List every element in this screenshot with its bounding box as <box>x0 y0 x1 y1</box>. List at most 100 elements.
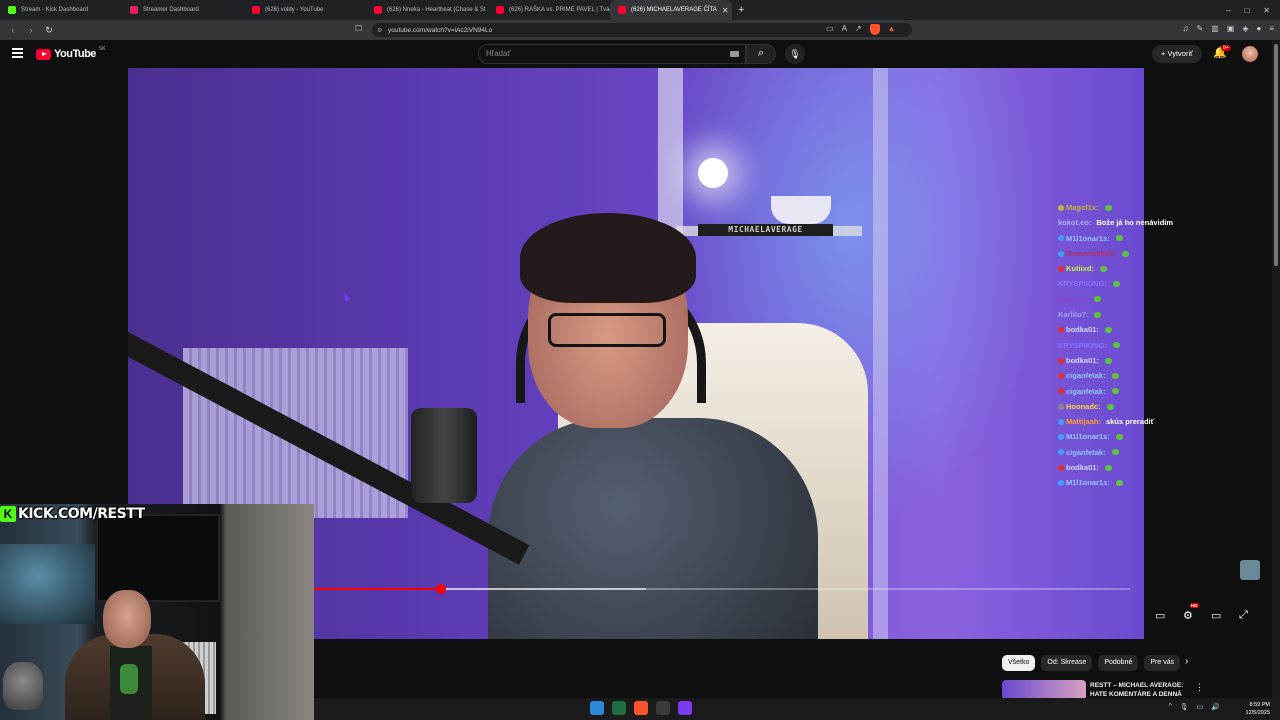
menu-icon[interactable]: ≡ <box>1269 24 1274 33</box>
filter-chip[interactable]: Pre vás <box>1144 655 1181 671</box>
channel-watermark[interactable] <box>1240 560 1260 580</box>
subtitles-icon[interactable]: ▭ <box>1155 609 1165 622</box>
wallet-icon[interactable]: ▣ <box>1227 24 1235 33</box>
recommendation-title[interactable]: RESTT – MICHAEL AVERAGE: HATE KOMENTÁRE … <box>1090 681 1190 699</box>
chat-emote-icon <box>1112 342 1120 349</box>
search-input[interactable]: Hľadať <box>478 44 746 64</box>
search-button[interactable]: ⌕ <box>746 44 776 64</box>
browser-tab[interactable]: Stream - Kick Dashboard <box>0 0 122 20</box>
browser-tab[interactable]: (626) RAŠKA vs. PRIME PAVEL | Tvár <box>488 0 610 20</box>
youtube-wordmark: YouTube <box>54 48 96 60</box>
obs-icon[interactable] <box>656 701 670 715</box>
browser-tab-bar: Stream - Kick Dashboard Streamer Dashboar… <box>0 0 1280 20</box>
tray-chevron-icon[interactable]: ^ <box>1168 703 1171 711</box>
video-scene-microphone <box>411 408 477 503</box>
browser-tab[interactable]: (626) Nneka - Heartbeat (Chase & St <box>366 0 488 20</box>
tab-title: Streamer Dashboard <box>143 7 199 13</box>
vpn-icon[interactable]: ◈ <box>1242 24 1248 33</box>
chat-username: Kutiixd: <box>1066 264 1094 274</box>
video-scene-shelf-post <box>873 68 888 639</box>
minimize-icon[interactable]: – <box>1226 6 1230 15</box>
share-icon[interactable]: ↗ <box>855 24 862 35</box>
browser-tab[interactable]: Streamer Dashboard <box>122 0 244 20</box>
forward-icon[interactable]: › <box>26 25 36 35</box>
webcam-overlay <box>0 504 314 720</box>
more-vert-icon[interactable]: ⋮ <box>1195 682 1204 693</box>
fullscreen-icon[interactable]: ⤢ <box>1239 609 1248 622</box>
theater-mode-icon[interactable]: ▭ <box>1211 609 1221 622</box>
maximize-icon[interactable]: □ <box>1244 6 1249 15</box>
browser-tab[interactable]: (626) MICHAELAVERAGE ČÍTA ✕ <box>610 0 732 20</box>
bookmark-icon[interactable]: ☐ <box>355 24 362 33</box>
extensions-icon[interactable]: ✎ <box>1197 24 1204 33</box>
browser-tab[interactable]: (626) voldy - YouTube <box>244 0 366 20</box>
webcam-scene-head <box>103 590 151 648</box>
brave-shields-icon[interactable] <box>869 24 880 35</box>
webcam-scene-shirt-print <box>120 664 138 694</box>
chat-message: bodka01: <box>1058 460 1208 475</box>
music-icon[interactable]: ♫ <box>1183 24 1189 33</box>
chat-emote-icon <box>1104 357 1112 364</box>
new-tab-icon[interactable]: + <box>732 4 750 16</box>
excel-icon[interactable] <box>612 701 626 715</box>
os-taskbar: ^ 🎙 ▭ 🔊 8:59 PM 12/5/2025 <box>314 698 1280 720</box>
tray-volume-icon[interactable]: 🔊 <box>1211 703 1220 711</box>
chat-emote-icon <box>1115 434 1123 441</box>
back-icon[interactable]: ‹ <box>8 25 18 35</box>
youtube-masthead: YouTube SK Hľadať ⌕ 🎙 + Vytvoriť 🔔 9+ <box>0 40 1280 68</box>
chat-message: ciganfetak: <box>1058 384 1208 399</box>
page-scrollbar-thumb[interactable] <box>1274 44 1278 266</box>
chat-message: Mattijaah: skús preradiť <box>1058 414 1208 429</box>
app-icon[interactable] <box>678 701 692 715</box>
tab-favicon-icon <box>618 6 626 14</box>
filter-chip[interactable]: Od: Skrease <box>1041 655 1093 671</box>
taskbar-clock[interactable]: 8:59 PM 12/5/2025 <box>1246 701 1270 717</box>
tray-network-icon[interactable]: ▭ <box>1197 703 1204 711</box>
chat-message: ciganfetak: <box>1058 445 1208 460</box>
chat-username: bodka01: <box>1066 355 1099 365</box>
guide-menu-icon[interactable] <box>12 48 23 60</box>
tab-close-icon[interactable]: ✕ <box>722 6 729 15</box>
settings-gear-icon[interactable]: ⚙ <box>1183 609 1193 622</box>
create-button[interactable]: + Vytvoriť <box>1152 45 1202 63</box>
reload-icon[interactable]: ↻ <box>44 25 54 36</box>
voice-search-icon[interactable]: 🎙 <box>785 44 805 64</box>
sidebar-icon[interactable]: ▥ <box>1211 24 1219 33</box>
chat-text: Bože já ho nenávidím <box>1096 218 1174 228</box>
tray-mic-icon[interactable]: 🎙 <box>1180 703 1189 711</box>
youtube-logo[interactable]: YouTube SK <box>36 46 106 60</box>
chat-message: KRYSPIKING: <box>1058 276 1208 291</box>
chat-message: kokot.eo: Bože já ho nenávidím <box>1058 215 1208 230</box>
chat-username: M1l1onar1s: <box>1066 233 1110 243</box>
brave-icon[interactable] <box>634 701 648 715</box>
chat-username: KRYSPIKING: <box>1058 279 1107 289</box>
chevron-right-icon[interactable]: › <box>1185 656 1188 667</box>
windows-start-icon[interactable] <box>590 701 604 715</box>
profile-icon[interactable]: ● <box>1256 24 1261 33</box>
chat-badge-icon <box>1058 434 1064 441</box>
translate-icon[interactable]: A <box>842 24 847 35</box>
clock-time: 8:59 PM <box>1249 702 1270 708</box>
window-controls: – □ ✕ <box>1226 6 1280 15</box>
chat-username: M1l1onar1s: <box>1066 432 1110 442</box>
chat-message: ciganfetak: <box>1058 368 1208 383</box>
search-placeholder: Hľadať <box>486 49 511 58</box>
recommendation-thumbnail[interactable] <box>1002 680 1086 700</box>
stream-chat-overlay: Magol1x: kokot.eo: Bože já ho nenávidím M1l… <box>1058 200 1208 491</box>
cast-icon[interactable]: ▭ <box>826 24 834 35</box>
rewards-icon[interactable]: ▲ <box>888 24 896 35</box>
chat-emote-icon <box>1094 296 1102 303</box>
account-avatar[interactable] <box>1242 46 1258 62</box>
site-info-icon[interactable]: ⚙ <box>377 27 382 34</box>
filter-chip[interactable]: Všetko <box>1002 655 1036 671</box>
chat-message: Romario6969: <box>1058 246 1208 261</box>
close-window-icon[interactable]: ✕ <box>1263 6 1270 15</box>
keyboard-icon[interactable] <box>730 51 739 57</box>
chat-badge-icon <box>1058 250 1064 257</box>
tab-favicon-icon <box>252 6 260 14</box>
filter-chip[interactable]: Podobné <box>1098 655 1139 671</box>
tab-favicon-icon <box>8 6 16 14</box>
browser-toolbar: ‹ › ↻ ☐ ⚙ youtube.com/watch?v=iAc2iVN94L… <box>0 20 1280 40</box>
chat-badge-icon <box>1058 235 1064 242</box>
chat-username: M1l1onar1s: <box>1066 478 1110 488</box>
